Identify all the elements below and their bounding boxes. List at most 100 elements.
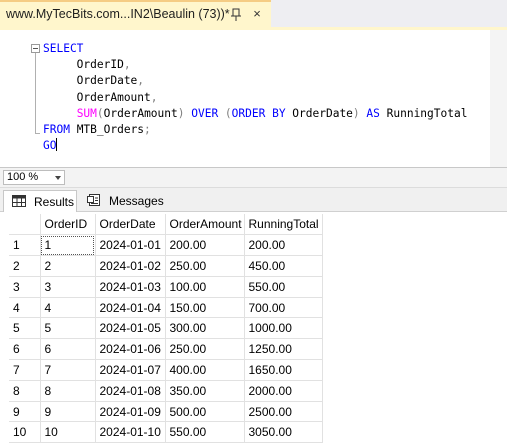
cell-orderamount[interactable]: 250.00	[165, 255, 245, 277]
table-row[interactable]: 2 2 2024-01-02 250.00 450.00	[9, 255, 323, 277]
cell-orderid[interactable]: 7	[40, 359, 96, 381]
cell-orderamount[interactable]: 250.00	[165, 338, 245, 361]
query-document-tab[interactable]: www.MyTecBits.com...IN2\Beaulin (73))* ×	[0, 0, 271, 27]
cell-runningtotal[interactable]: 450.00	[244, 255, 323, 277]
cell-runningtotal[interactable]: 200.00	[244, 234, 323, 257]
code-token: SELECT	[43, 42, 84, 55]
code-line[interactable]: SELECT	[43, 41, 467, 57]
pin-icon[interactable]	[230, 8, 242, 22]
code-line[interactable]: OrderAmount,	[43, 90, 467, 106]
cell-orderdate[interactable]: 2024-01-07	[95, 359, 166, 381]
grid-icon	[12, 195, 26, 207]
cell-orderdate[interactable]: 2024-01-08	[95, 380, 166, 402]
cell-orderdate[interactable]: 2024-01-10	[95, 421, 166, 443]
code-token: ;	[144, 123, 151, 137]
code-token: RunningTotal	[386, 106, 468, 120]
column-header-orderid[interactable]: OrderID	[40, 214, 96, 236]
cell-orderdate[interactable]: 2024-01-04	[95, 297, 166, 319]
row-number[interactable]: 9	[9, 401, 41, 423]
cell-orderdate[interactable]: 2024-01-01	[95, 234, 166, 257]
cell-orderamount[interactable]: 400.00	[165, 359, 245, 381]
table-row[interactable]: 4 4 2024-01-04 150.00 700.00	[9, 297, 323, 319]
cell-orderid[interactable]: 1	[40, 234, 96, 257]
cell-orderdate[interactable]: 2024-01-03	[95, 276, 166, 298]
column-header-orderdate[interactable]: OrderDate	[95, 214, 166, 236]
zoom-dropdown[interactable]: 100 %	[3, 170, 65, 185]
results-tab-strip: Results Messages	[0, 188, 507, 212]
code-token: MTB_Orders	[76, 123, 145, 137]
cell-orderid[interactable]: 10	[40, 421, 96, 443]
cell-orderdate[interactable]: 2024-01-09	[95, 401, 166, 423]
cell-orderid[interactable]: 5	[40, 317, 96, 340]
cell-orderid[interactable]: 3	[40, 276, 96, 298]
zoom-bar: 100 %	[0, 168, 507, 188]
code-line[interactable]: SUM(OrderAmount) OVER (ORDER BY OrderDat…	[43, 106, 468, 122]
table-row[interactable]: 10 10 2024-01-10 550.00 3050.00	[9, 421, 323, 443]
cell-runningtotal[interactable]: 3050.00	[244, 421, 323, 443]
cell-orderdate[interactable]: 2024-01-02	[95, 255, 166, 277]
sql-code[interactable]: SELECT OrderID, OrderDate, OrderAmount, …	[43, 41, 467, 154]
table-row[interactable]: 5 5 2024-01-05 300.00 1000.00	[9, 317, 323, 340]
table-row[interactable]: 1 1 2024-01-01 200.00 200.00	[9, 234, 323, 257]
code-line[interactable]: FROM MTB_Orders;	[43, 122, 467, 138]
sql-editor[interactable]: SELECT OrderID, OrderDate, OrderAmount, …	[0, 30, 507, 168]
column-header-runningtotal[interactable]: RunningTotal	[244, 214, 323, 236]
results-grid[interactable]: OrderID OrderDate OrderAmount RunningTot…	[9, 214, 323, 443]
column-header-orderamount[interactable]: OrderAmount	[165, 214, 245, 236]
code-token: GO	[43, 139, 57, 153]
cell-runningtotal[interactable]: 700.00	[244, 297, 323, 319]
editor-scrollbar[interactable]	[490, 30, 507, 168]
table-row[interactable]: 6 6 2024-01-06 250.00 1250.00	[9, 338, 323, 361]
code-token: OrderDate	[43, 74, 138, 88]
cell-orderamount[interactable]: 200.00	[165, 234, 245, 257]
collapse-toggle-icon[interactable]	[31, 44, 40, 53]
close-icon[interactable]: ×	[249, 6, 265, 22]
code-line[interactable]: OrderDate,	[43, 73, 467, 89]
table-row[interactable]: 8 8 2024-01-08 350.00 2000.00	[9, 380, 323, 402]
cell-runningtotal[interactable]: 1250.00	[244, 338, 323, 361]
cell-runningtotal[interactable]: 550.00	[244, 276, 323, 298]
code-line[interactable]: GO	[43, 138, 467, 154]
results-grid-panel: OrderID OrderDate OrderAmount RunningTot…	[0, 212, 507, 443]
cell-runningtotal[interactable]: 2000.00	[244, 380, 323, 402]
cell-orderid[interactable]: 9	[40, 401, 96, 423]
cell-orderamount[interactable]: 300.00	[165, 317, 245, 340]
row-number[interactable]: 5	[9, 317, 41, 340]
table-row[interactable]: 3 3 2024-01-03 100.00 550.00	[9, 276, 323, 298]
row-number[interactable]: 2	[9, 255, 41, 277]
cell-orderid[interactable]: 2	[40, 255, 96, 277]
messages-icon	[87, 194, 100, 206]
cell-orderid[interactable]: 8	[40, 380, 96, 402]
row-number[interactable]: 7	[9, 359, 41, 381]
row-number[interactable]: 1	[9, 234, 41, 257]
cell-orderamount[interactable]: 500.00	[165, 401, 245, 423]
row-number[interactable]: 8	[9, 380, 41, 402]
cell-orderdate[interactable]: 2024-01-05	[95, 317, 166, 340]
cell-orderamount[interactable]: 550.00	[165, 421, 245, 443]
row-number[interactable]: 10	[9, 421, 41, 443]
cell-orderamount[interactable]: 150.00	[165, 297, 245, 319]
table-row[interactable]: 7 7 2024-01-07 400.00 1650.00	[9, 359, 323, 381]
cell-orderamount[interactable]: 350.00	[165, 380, 245, 402]
code-line[interactable]: OrderID,	[43, 57, 467, 73]
code-token: OrderDate	[292, 106, 353, 120]
tab-messages[interactable]: Messages	[79, 190, 164, 212]
code-token: SUM	[76, 106, 97, 120]
cell-orderid[interactable]: 4	[40, 297, 96, 319]
row-number[interactable]: 4	[9, 297, 41, 319]
row-number[interactable]: 3	[9, 276, 41, 298]
cell-orderdate[interactable]: 2024-01-06	[95, 338, 166, 361]
code-token: ,	[150, 90, 158, 104]
cell-orderid[interactable]: 6	[40, 338, 96, 361]
code-token: OrderAmount	[103, 106, 178, 120]
code-token: )	[352, 106, 360, 120]
cell-runningtotal[interactable]: 2500.00	[244, 401, 323, 423]
cell-runningtotal[interactable]: 1650.00	[244, 359, 323, 381]
cell-runningtotal[interactable]: 1000.00	[244, 317, 323, 340]
row-number[interactable]: 6	[9, 338, 41, 361]
tab-results[interactable]: Results	[3, 190, 77, 212]
row-number-header[interactable]	[9, 214, 41, 236]
cell-orderamount[interactable]: 100.00	[165, 276, 245, 298]
table-row[interactable]: 9 9 2024-01-09 500.00 2500.00	[9, 401, 323, 423]
